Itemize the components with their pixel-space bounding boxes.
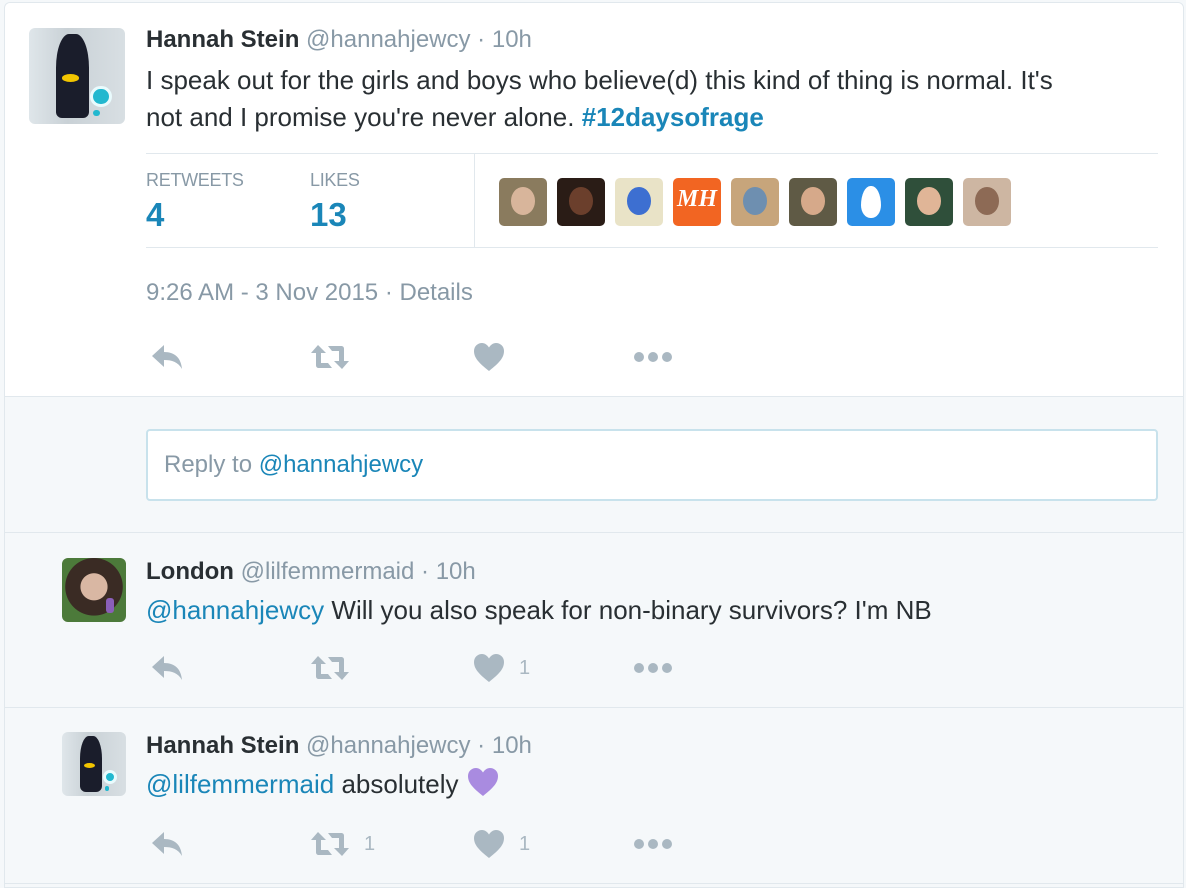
reply-icon <box>150 654 184 682</box>
tweet-body: Will you also speak for non-binary survi… <box>331 595 932 625</box>
liker-avatar-6-icon[interactable] <box>789 178 837 226</box>
reply-area: Reply to @hannahjewcy <box>5 397 1183 533</box>
heart-icon <box>473 653 505 683</box>
reply-placeholder: Reply to @hannahjewcy <box>164 451 423 479</box>
reply-icon <box>150 830 184 858</box>
reply-icon <box>150 343 184 371</box>
more-button[interactable] <box>633 339 673 375</box>
liker-avatar-1-icon[interactable] <box>499 178 547 226</box>
retweet-count: 1 <box>364 832 376 855</box>
tweet-text: @hannahjewcy Will you also speak for non… <box>146 592 932 629</box>
tweet-body: absolutely <box>341 769 459 799</box>
liker-avatar-2-icon[interactable] <box>557 178 605 226</box>
hashtag-link[interactable]: #12daysofrage <box>582 102 764 132</box>
tweet-time[interactable]: 10h <box>492 732 532 759</box>
liker-avatar-3-icon[interactable] <box>615 178 663 226</box>
user-avatar[interactable] <box>62 558 126 622</box>
tweet-header: Hannah Stein @hannahjewcy · 10h <box>146 732 532 760</box>
reply-button[interactable] <box>150 826 184 862</box>
like-count: 1 <box>519 832 531 855</box>
liker-avatar-8-icon[interactable] <box>905 178 953 226</box>
tweet-time[interactable]: 10h <box>492 26 532 53</box>
separator: · <box>421 558 430 585</box>
more-icon <box>633 351 673 363</box>
liker-avatar-9-icon[interactable] <box>963 178 1011 226</box>
tweet-header: Hannah Stein @hannahjewcy · 10h <box>146 26 532 54</box>
details-link[interactable]: Details <box>399 279 472 306</box>
mention-link[interactable]: @hannahjewcy <box>146 595 324 625</box>
user-handle[interactable]: @hannahjewcy <box>306 26 470 53</box>
reply-mention: @hannahjewcy <box>258 451 424 478</box>
like-button[interactable] <box>473 339 505 375</box>
stats-divider <box>474 154 475 247</box>
like-button[interactable]: 1 <box>473 826 530 862</box>
more-icon <box>633 838 673 850</box>
reply-button[interactable] <box>150 339 184 375</box>
reply-tweet: Hannah Stein @hannahjewcy · 10h @lilfemm… <box>5 708 1183 884</box>
user-handle[interactable]: @hannahjewcy <box>306 732 470 759</box>
reply-tweet: London @lilfemmermaid · 10h @hannahjewcy… <box>5 534 1183 708</box>
retweet-icon <box>310 654 350 682</box>
user-avatar[interactable] <box>29 28 125 124</box>
retweet-button[interactable]: 1 <box>310 826 375 862</box>
mh-logo-text: MH <box>676 186 717 212</box>
reply-prefix: Reply to <box>164 451 253 478</box>
retweets-count: 4 <box>146 196 165 233</box>
like-button[interactable]: 1 <box>473 650 530 686</box>
retweet-icon <box>310 343 350 371</box>
more-icon <box>633 662 673 674</box>
reply-input[interactable]: Reply to @hannahjewcy <box>146 429 1158 501</box>
tweet-stats: RETWEETS 4 LIKES 13 MH <box>146 153 1158 248</box>
mention-link[interactable]: @lilfemmermaid <box>146 769 334 799</box>
main-tweet: Hannah Stein @hannahjewcy · 10h I speak … <box>5 3 1183 397</box>
tweet-text-line2: not and I promise you're never alone. <box>146 102 575 132</box>
retweets-label: RETWEETS <box>146 170 244 190</box>
separator: · <box>384 279 393 306</box>
heart-icon <box>473 342 505 372</box>
retweet-icon <box>310 830 350 858</box>
liker-avatar-5-icon[interactable] <box>731 178 779 226</box>
likes-count: 13 <box>310 196 347 233</box>
retweet-button[interactable] <box>310 650 364 686</box>
likes-label: LIKES <box>310 170 360 190</box>
tweet-header: London @lilfemmermaid · 10h <box>146 558 476 586</box>
tweet-time[interactable]: 10h <box>436 558 476 585</box>
more-button[interactable] <box>633 650 673 686</box>
timestamp-text[interactable]: 9:26 AM - 3 Nov 2015 <box>146 279 378 306</box>
user-handle[interactable]: @lilfemmermaid <box>241 558 415 585</box>
tweet-timestamp: 9:26 AM - 3 Nov 2015 · Details <box>146 279 473 307</box>
user-avatar[interactable] <box>62 732 126 796</box>
purple-heart-icon <box>466 767 500 807</box>
tweet-text: I speak out for the girls and boys who b… <box>146 62 1166 136</box>
tweet-text: @lilfemmermaid absolutely <box>146 766 500 807</box>
liker-avatar-mh-logo-icon[interactable]: MH <box>673 178 721 226</box>
liker-avatar-egg-icon[interactable] <box>847 178 895 226</box>
separator: · <box>477 26 486 53</box>
like-count: 1 <box>519 656 531 679</box>
user-name[interactable]: Hannah Stein <box>146 732 299 759</box>
conversation-frame: Hannah Stein @hannahjewcy · 10h I speak … <box>4 2 1184 888</box>
heart-icon <box>473 829 505 859</box>
separator: · <box>477 732 486 759</box>
user-name[interactable]: London <box>146 558 234 585</box>
reply-button[interactable] <box>150 650 184 686</box>
retweet-button[interactable] <box>310 339 350 375</box>
more-button[interactable] <box>633 826 673 862</box>
user-name[interactable]: Hannah Stein <box>146 26 299 53</box>
tweet-text-line1: I speak out for the girls and boys who b… <box>146 65 1053 95</box>
